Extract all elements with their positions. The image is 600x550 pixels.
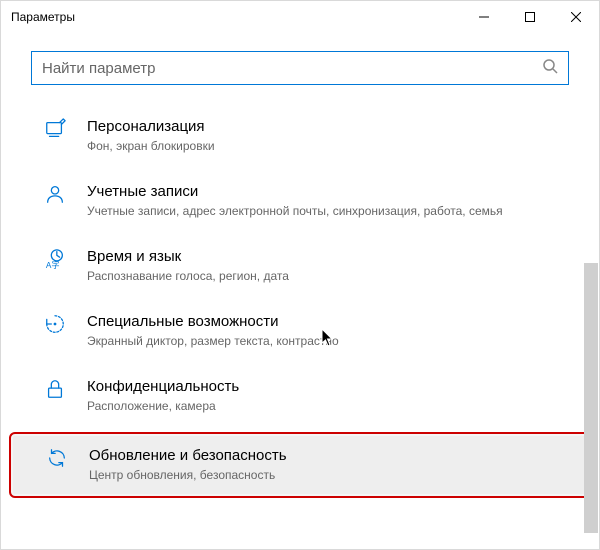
settings-item-time-language[interactable]: A字 Время и язык Распознавание голоса, ре…	[1, 233, 599, 298]
search-placeholder: Найти параметр	[42, 60, 542, 77]
item-title: Специальные возможности	[87, 312, 569, 332]
item-title: Обновление и безопасность	[89, 446, 567, 466]
settings-list: Персонализация Фон, экран блокировки Уче…	[1, 95, 599, 498]
svg-text:A字: A字	[46, 260, 60, 270]
close-button[interactable]	[553, 1, 599, 33]
window-title: Параметры	[11, 10, 461, 24]
item-subtitle: Фон, экран блокировки	[87, 139, 569, 155]
item-title: Учетные записи	[87, 182, 569, 202]
item-texts: Учетные записи Учетные записи, адрес эле…	[87, 182, 569, 219]
item-subtitle: Центр обновления, безопасность	[89, 468, 567, 484]
maximize-button[interactable]	[507, 1, 553, 33]
settings-item-accessibility[interactable]: Специальные возможности Экранный диктор,…	[1, 298, 599, 363]
minimize-button[interactable]	[461, 1, 507, 33]
update-security-icon	[45, 446, 69, 470]
settings-item-personalization[interactable]: Персонализация Фон, экран блокировки	[1, 103, 599, 168]
search-icon	[542, 58, 558, 79]
settings-item-update-security[interactable]: Обновление и безопасность Центр обновлен…	[9, 432, 591, 497]
accounts-icon	[43, 182, 67, 206]
privacy-icon	[43, 377, 67, 401]
item-texts: Конфиденциальность Расположение, камера	[87, 377, 569, 414]
item-subtitle: Экранный диктор, размер текста, контраст…	[87, 334, 569, 350]
settings-window: Параметры Найти параметр	[0, 0, 600, 550]
window-controls	[461, 1, 599, 33]
item-subtitle: Учетные записи, адрес электронной почты,…	[87, 204, 569, 220]
accessibility-icon	[43, 312, 67, 336]
item-texts: Время и язык Распознавание голоса, регио…	[87, 247, 569, 284]
item-title: Время и язык	[87, 247, 569, 267]
item-title: Конфиденциальность	[87, 377, 569, 397]
item-texts: Обновление и безопасность Центр обновлен…	[89, 446, 567, 483]
content-area: Найти параметр Персонализация Фон, экран…	[1, 33, 599, 549]
item-title: Персонализация	[87, 117, 569, 137]
personalization-icon	[43, 117, 67, 141]
item-subtitle: Расположение, камера	[87, 399, 569, 415]
item-texts: Персонализация Фон, экран блокировки	[87, 117, 569, 154]
search-container: Найти параметр	[1, 33, 599, 95]
search-input[interactable]: Найти параметр	[31, 51, 569, 85]
item-subtitle: Распознавание голоса, регион, дата	[87, 269, 569, 285]
settings-item-accounts[interactable]: Учетные записи Учетные записи, адрес эле…	[1, 168, 599, 233]
scrollbar-thumb[interactable]	[584, 263, 598, 533]
titlebar: Параметры	[1, 1, 599, 33]
settings-item-privacy[interactable]: Конфиденциальность Расположение, камера	[1, 363, 599, 428]
item-texts: Специальные возможности Экранный диктор,…	[87, 312, 569, 349]
time-language-icon: A字	[43, 247, 67, 271]
